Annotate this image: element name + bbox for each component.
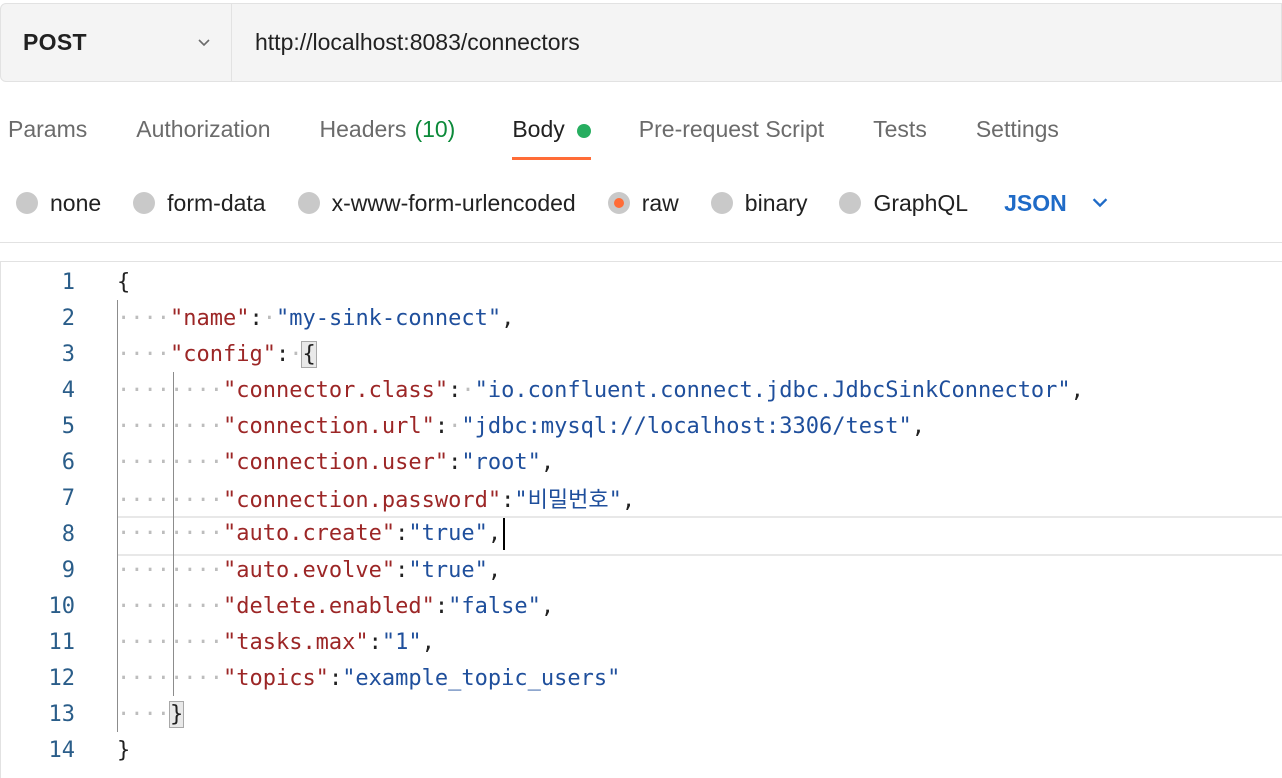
tab-authorization-label: Authorization bbox=[136, 116, 271, 142]
code-text: ····"config":·{ bbox=[117, 340, 317, 368]
tab-body-label: Body bbox=[512, 116, 565, 142]
line-number: 7 bbox=[61, 485, 75, 511]
code-line[interactable]: 11 ········"tasks.max":"1", bbox=[1, 624, 1282, 660]
code-text: } bbox=[117, 737, 131, 763]
radio-selected-icon bbox=[607, 192, 630, 214]
request-tabs: Params Authorization Headers (10) Body P… bbox=[0, 100, 1059, 162]
code-line[interactable]: 6 ········"connection.user":"root", bbox=[1, 444, 1282, 480]
line-number: 4 bbox=[61, 377, 75, 403]
format-select[interactable]: JSON bbox=[1004, 190, 1109, 217]
code-line[interactable]: 3 ····"config":·{ bbox=[1, 336, 1282, 372]
code-text: ········"auto.create":"true", bbox=[117, 518, 506, 550]
tab-params-label: Params bbox=[8, 116, 88, 142]
code-text: ········"topics":"example_topic_users" bbox=[117, 665, 621, 691]
tab-body[interactable]: Body bbox=[512, 100, 592, 162]
code-text: ····"name":·"my-sink-connect", bbox=[117, 305, 515, 331]
chevron-down-icon bbox=[1092, 198, 1107, 208]
body-type-label: binary bbox=[744, 189, 808, 216]
format-label: JSON bbox=[1004, 189, 1067, 216]
code-line[interactable]: 10 ········"delete.enabled":"false", bbox=[1, 588, 1282, 624]
body-type-label: raw bbox=[641, 189, 679, 216]
code-line[interactable]: 2 ····"name":·"my-sink-connect", bbox=[1, 300, 1282, 336]
chevron-down-icon bbox=[198, 38, 210, 46]
section-divider bbox=[0, 242, 1282, 243]
radio-icon bbox=[297, 192, 320, 214]
code-line[interactable]: 14} bbox=[1, 732, 1282, 768]
tab-settings[interactable]: Settings bbox=[976, 100, 1059, 162]
code-line[interactable]: 1{ bbox=[1, 264, 1282, 300]
body-type-label: none bbox=[50, 189, 102, 216]
line-number: 14 bbox=[48, 737, 76, 763]
request-bar: POST http://localhost:8083/connectors bbox=[0, 3, 1282, 82]
tab-pre-request-script[interactable]: Pre-request Script bbox=[639, 100, 824, 162]
line-number: 9 bbox=[61, 557, 75, 583]
code-line[interactable]: 7 ········"connection.password":"비밀번호", bbox=[1, 480, 1282, 516]
code-line[interactable]: 13 ····} bbox=[1, 696, 1282, 732]
tab-settings-label: Settings bbox=[975, 116, 1059, 142]
tab-tests[interactable]: Tests bbox=[873, 100, 927, 162]
line-number: 6 bbox=[61, 449, 75, 475]
body-type-binary[interactable]: binary bbox=[710, 189, 808, 217]
code-text: ········"tasks.max":"1", bbox=[117, 629, 435, 655]
line-number: 2 bbox=[61, 305, 75, 331]
radio-icon bbox=[133, 192, 156, 214]
body-type-none[interactable]: none bbox=[16, 190, 101, 217]
body-type-label: GraphQL bbox=[873, 189, 969, 216]
code-line[interactable]: 12 ········"topics":"example_topic_users" bbox=[1, 660, 1282, 696]
code-line[interactable]: 4 ········"connector.class":·"io.confluen… bbox=[1, 372, 1282, 408]
body-type-label: x-www-form-urlencoded bbox=[331, 189, 576, 216]
line-number: 10 bbox=[48, 593, 76, 619]
body-type-graphql[interactable]: GraphQL bbox=[839, 190, 968, 217]
radio-icon bbox=[839, 192, 862, 214]
indent-guide bbox=[173, 372, 174, 696]
body-type-raw[interactable]: raw bbox=[607, 189, 679, 217]
tab-headers-label: Headers bbox=[319, 116, 407, 142]
code-text: ········"connection.url":·"jdbc:mysql://… bbox=[117, 413, 925, 439]
radio-icon bbox=[16, 192, 38, 214]
code-text: ········"connector.class":·"io.confluent… bbox=[117, 377, 1084, 403]
code-text: ········"delete.enabled":"false", bbox=[117, 593, 555, 619]
line-number: 12 bbox=[48, 665, 76, 691]
url-input[interactable]: http://localhost:8083/connectors bbox=[232, 4, 1281, 81]
code-line[interactable]: 5 ········"connection.url":·"jdbc:mysql:/… bbox=[1, 408, 1282, 444]
method-label: POST bbox=[23, 29, 87, 55]
method-select[interactable]: POST bbox=[1, 4, 232, 81]
line-number: 1 bbox=[61, 269, 75, 295]
line-number: 8 bbox=[61, 521, 75, 547]
tab-params[interactable]: Params bbox=[8, 100, 87, 162]
body-type-options: none form-data x-www-form-urlencoded raw… bbox=[16, 183, 1109, 223]
body-type-form-data[interactable]: form-data bbox=[133, 189, 266, 217]
line-number: 11 bbox=[48, 629, 76, 655]
body-type-label: form-data bbox=[167, 189, 266, 216]
tab-pre-request-script-label: Pre-request Script bbox=[638, 116, 825, 142]
indent-guide bbox=[117, 300, 118, 732]
code-text: { bbox=[117, 269, 131, 295]
tab-tests-label: Tests bbox=[873, 116, 927, 142]
code-text: ········"auto.evolve":"true", bbox=[117, 557, 502, 583]
tab-headers[interactable]: Headers (10) bbox=[320, 100, 456, 162]
code-line[interactable]: 9 ········"auto.evolve":"true", bbox=[1, 552, 1282, 588]
code-line[interactable]: 8 ········"auto.create":"true", bbox=[1, 516, 1282, 556]
code-text: ····} bbox=[117, 700, 185, 728]
line-number: 13 bbox=[48, 701, 76, 727]
line-number: 5 bbox=[61, 413, 75, 439]
code-editor[interactable]: 1{2 ····"name":·"my-sink-connect", 3 ····"c… bbox=[0, 261, 1282, 778]
code-text: ········"connection.password":"비밀번호", bbox=[117, 488, 636, 513]
body-type-urlencoded[interactable]: x-www-form-urlencoded bbox=[297, 189, 576, 217]
line-number: 3 bbox=[61, 341, 75, 367]
radio-icon bbox=[710, 192, 733, 214]
code-text: ········"connection.user":"root", bbox=[117, 449, 555, 475]
headers-count: (10) bbox=[414, 116, 456, 142]
tab-authorization[interactable]: Authorization bbox=[136, 100, 270, 162]
body-status-dot bbox=[576, 124, 591, 138]
